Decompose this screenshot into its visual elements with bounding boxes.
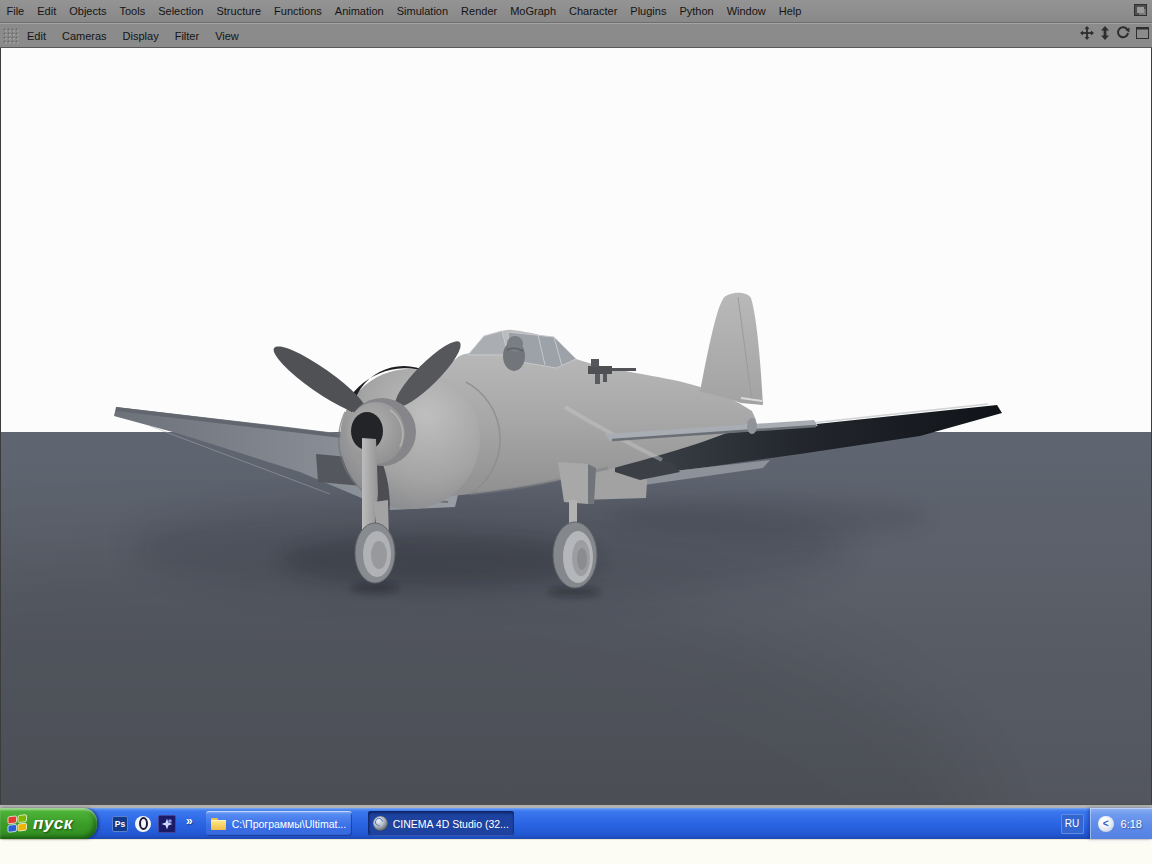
viewport-menu-cameras[interactable]: Cameras bbox=[54, 30, 115, 42]
desktop-strip bbox=[0, 839, 1152, 864]
pan-icon[interactable] bbox=[1100, 26, 1110, 40]
menu-window[interactable]: Window bbox=[720, 5, 772, 17]
taskbar: пуск Ps » C:\Программы\Ultimat... CINEMA… bbox=[0, 808, 1152, 839]
move-icon[interactable] bbox=[1080, 26, 1094, 40]
language-indicator[interactable]: RU bbox=[1061, 814, 1084, 834]
opera-icon[interactable] bbox=[135, 816, 151, 832]
menu-render[interactable]: Render bbox=[455, 5, 504, 17]
menu-edit[interactable]: Edit bbox=[31, 5, 63, 17]
start-button[interactable]: пуск bbox=[0, 808, 97, 839]
menu-objects[interactable]: Objects bbox=[63, 5, 113, 17]
toolbar-grip-icon[interactable] bbox=[3, 28, 19, 44]
main-menu-bar: File Edit Objects Tools Selection Struct… bbox=[0, 0, 1152, 23]
menu-plugins[interactable]: Plugins bbox=[624, 5, 673, 17]
menu-mograph[interactable]: MoGraph bbox=[504, 5, 563, 17]
maximize-icon[interactable] bbox=[1136, 27, 1149, 39]
start-label: пуск bbox=[33, 814, 73, 834]
menu-python[interactable]: Python bbox=[673, 5, 720, 17]
taskbar-button-cinema4d[interactable]: CINEMA 4D Studio (32... bbox=[368, 811, 514, 836]
photoshop-label: Ps bbox=[115, 819, 125, 829]
taskbar-button-explorer[interactable]: C:\Программы\Ultimat... bbox=[206, 811, 352, 836]
windows-flag-icon bbox=[7, 814, 28, 833]
menu-structure[interactable]: Structure bbox=[210, 5, 268, 17]
folder-icon bbox=[211, 818, 227, 830]
airplane-render bbox=[1, 48, 1151, 804]
taskbar-button-cinema4d-label: CINEMA 4D Studio (32... bbox=[393, 818, 509, 830]
taskbar-button-explorer-label: C:\Программы\Ultimat... bbox=[232, 818, 346, 830]
menu-character[interactable]: Character bbox=[563, 5, 624, 17]
viewport[interactable] bbox=[0, 48, 1152, 804]
viewport-menu-view[interactable]: View bbox=[207, 30, 247, 42]
menu-file[interactable]: File bbox=[0, 5, 31, 17]
menu-tools[interactable]: Tools bbox=[113, 5, 152, 17]
menu-simulation[interactable]: Simulation bbox=[390, 5, 454, 17]
photoshop-icon[interactable]: Ps bbox=[112, 816, 128, 832]
rotate-icon[interactable] bbox=[1116, 26, 1130, 40]
cinema4d-icon bbox=[373, 816, 388, 831]
viewport-menu-display[interactable]: Display bbox=[115, 30, 167, 42]
menu-selection[interactable]: Selection bbox=[152, 5, 210, 17]
menu-help[interactable]: Help bbox=[772, 5, 808, 17]
clock: 6:18 bbox=[1121, 818, 1142, 830]
quick-launch: Ps » bbox=[112, 815, 193, 833]
tray-app-icon[interactable]: < bbox=[1098, 816, 1114, 832]
viewport-menu-bar: Edit Cameras Display Filter View bbox=[0, 23, 1152, 48]
star-app-icon[interactable] bbox=[158, 815, 176, 833]
viewport-menu-filter[interactable]: Filter bbox=[167, 30, 207, 42]
menu-functions[interactable]: Functions bbox=[268, 5, 329, 17]
menu-animation[interactable]: Animation bbox=[328, 5, 390, 17]
cinema4d-window: File Edit Objects Tools Selection Struct… bbox=[0, 0, 1152, 864]
overflow-chevron-icon[interactable]: » bbox=[186, 815, 193, 828]
system-tray: < 6:18 bbox=[1090, 808, 1152, 839]
viewport-menu-edit[interactable]: Edit bbox=[19, 30, 54, 42]
layout-panel-icon[interactable] bbox=[1134, 4, 1147, 16]
